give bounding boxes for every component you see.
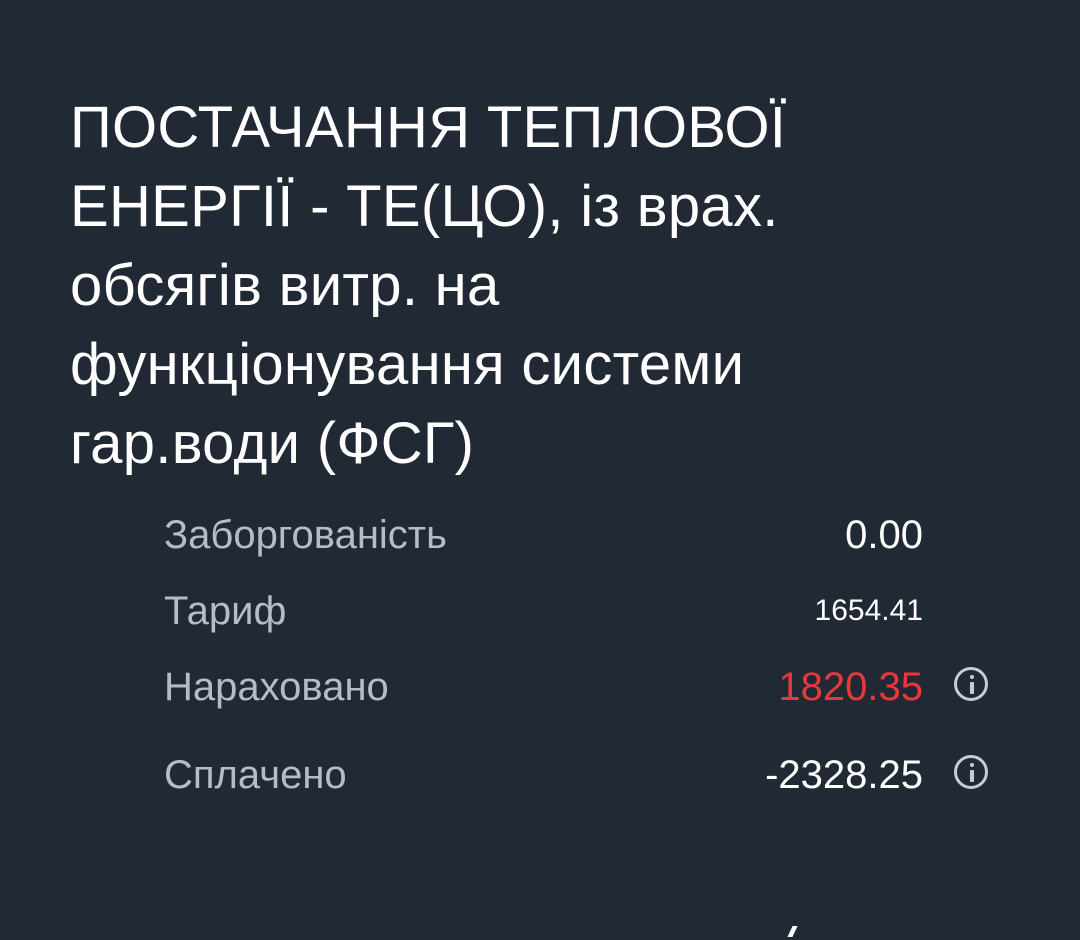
charged-value: 1820.35 — [778, 665, 923, 709]
service-title: ПОСТАЧАННЯ ТЕПЛОВОЇ ЕНЕРГІЇ - ТЕ(ЦО), із… — [70, 95, 787, 476]
tariff-value: 1654.41 — [814, 594, 923, 627]
paid-label: Сплачено — [164, 753, 347, 797]
charged-label: Нараховано — [164, 665, 389, 709]
next-item-fragment — [780, 926, 808, 940]
charged-info-icon[interactable] — [954, 667, 988, 701]
charged-row: Нараховано 1820.35 — [164, 652, 994, 722]
tariff-label: Тариф — [164, 589, 287, 633]
paid-row: Сплачено -2328.25 — [164, 740, 994, 810]
paid-info-icon[interactable] — [954, 755, 988, 789]
debt-row: Заборгованість 0.00 — [164, 500, 994, 570]
debt-value: 0.00 — [845, 513, 923, 557]
debt-label: Заборгованість — [164, 513, 447, 557]
tariff-row: Тариф 1654.41 — [164, 576, 994, 646]
paid-value: -2328.25 — [765, 753, 923, 797]
